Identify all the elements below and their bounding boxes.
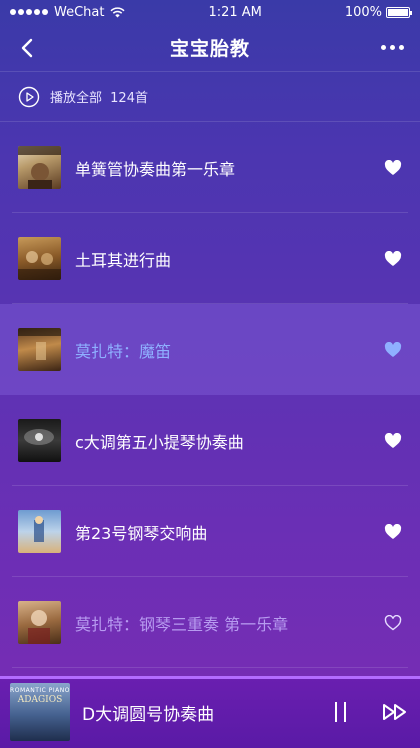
- play-all-label: 播放全部: [50, 91, 103, 106]
- more-button[interactable]: [378, 33, 408, 63]
- song-list: 单簧管协奏曲第一乐章 土耳其进行曲 莫扎特：魔笛 c大调第五小提琴协奏曲 第23…: [0, 122, 420, 668]
- battery-icon: [386, 6, 412, 18]
- heart-filled-icon: [384, 159, 402, 175]
- play-all-bar[interactable]: 播放全部 124首: [0, 72, 420, 122]
- heart-filled-icon: [384, 250, 402, 266]
- more-dots-icon: [381, 45, 405, 50]
- song-title: c大调第五小提琴协奏曲: [75, 432, 244, 452]
- cover-text-line2: ADAGIOS: [17, 695, 63, 705]
- wifi-icon: [110, 6, 126, 17]
- like-button[interactable]: [382, 339, 404, 361]
- heart-filled-icon: [384, 432, 402, 448]
- song-row[interactable]: 土耳其进行曲: [0, 213, 420, 304]
- back-button[interactable]: [12, 33, 42, 63]
- song-row[interactable]: c大调第五小提琴协奏曲: [0, 395, 420, 486]
- status-right: 100%: [344, 4, 412, 20]
- song-title: 土耳其进行曲: [75, 250, 172, 270]
- heart-filled-icon: [384, 523, 402, 539]
- song-row-active[interactable]: 莫扎特：魔笛: [0, 304, 420, 395]
- song-title: 莫扎特：魔笛: [75, 341, 172, 361]
- now-playing-title: D大调圆号协奏曲: [82, 704, 215, 725]
- carrier-label: WeChat: [54, 4, 105, 20]
- back-chevron-icon: [21, 38, 33, 57]
- song-title: 莫扎特：钢琴三重奏 第一乐章: [75, 614, 289, 634]
- song-row[interactable]: 第23号钢琴交响曲: [0, 486, 420, 577]
- heart-outline-icon: [384, 614, 402, 630]
- page-title: 宝宝胎教: [169, 38, 250, 60]
- player-album-cover: ROMANTIC PIANO ADAGIOS: [10, 683, 70, 741]
- album-cover: [18, 328, 61, 371]
- like-button[interactable]: [382, 430, 404, 452]
- status-bar: WeChat 1:21 AM 100%: [0, 0, 420, 24]
- song-row[interactable]: 单簧管协奏曲第一乐章: [0, 122, 420, 213]
- cover-text-line1: ROMANTIC PIANO: [10, 687, 70, 694]
- status-left: WeChat: [10, 4, 126, 20]
- fast-forward-icon: [383, 704, 406, 720]
- song-row[interactable]: 莫扎特：钢琴三重奏 第一乐章: [0, 577, 420, 668]
- play-circle-icon: [18, 86, 40, 107]
- battery-percent: 100%: [344, 4, 382, 20]
- pause-button[interactable]: [335, 702, 346, 722]
- mini-player[interactable]: ROMANTIC PIANO ADAGIOS D大调圆号协奏曲: [0, 676, 420, 748]
- next-button[interactable]: [380, 697, 410, 727]
- album-cover: [18, 510, 61, 553]
- playback-progress[interactable]: [0, 676, 420, 679]
- clock: 1:21 AM: [208, 4, 262, 20]
- heart-filled-icon: [384, 341, 402, 357]
- album-cover: [18, 601, 61, 644]
- like-button[interactable]: [382, 612, 404, 634]
- album-cover: [18, 419, 61, 462]
- song-title: 第23号钢琴交响曲: [75, 523, 208, 543]
- pause-icon: [335, 702, 337, 722]
- song-count: 124首: [110, 91, 148, 106]
- like-button[interactable]: [382, 248, 404, 270]
- nav-bar: 宝宝胎教: [0, 24, 420, 72]
- like-button[interactable]: [382, 157, 404, 179]
- song-title: 单簧管协奏曲第一乐章: [75, 159, 236, 179]
- album-cover: [18, 237, 61, 280]
- signal-dots-icon: [10, 9, 48, 15]
- album-cover: [18, 146, 61, 189]
- like-button[interactable]: [382, 521, 404, 543]
